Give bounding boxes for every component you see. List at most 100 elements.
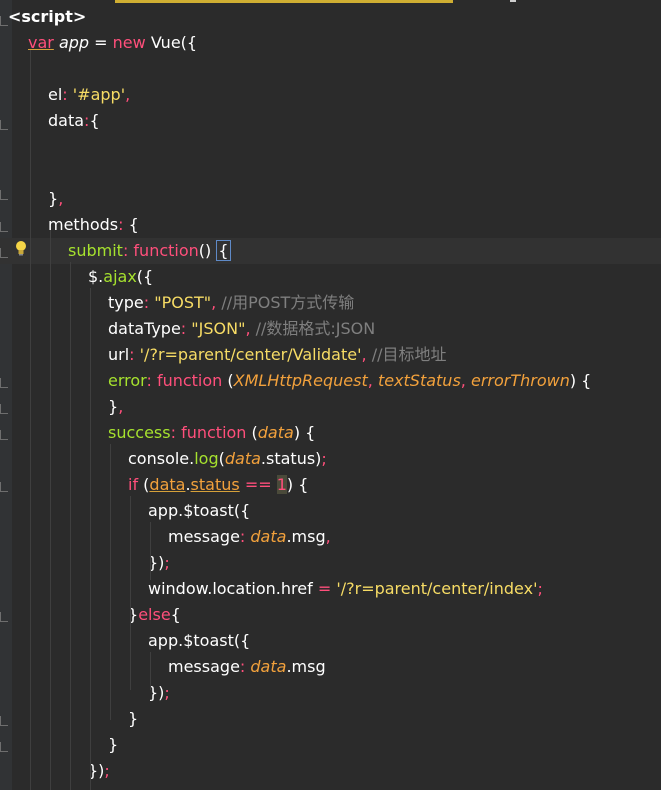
code-token: ) { <box>293 423 316 442</box>
code-token: errorThrown <box>470 371 570 390</box>
code-line[interactable]: url: '/?r=parent/center/Validate', //目标地… <box>0 342 661 368</box>
code-token: .msg <box>286 657 326 676</box>
code-line[interactable]: app.$toast({ <box>0 498 661 524</box>
code-token: data <box>224 449 261 468</box>
code-line[interactable] <box>0 134 661 160</box>
code-token: el <box>48 85 63 104</box>
code-line[interactable]: } <box>0 732 661 758</box>
code-line[interactable]: }); <box>0 680 661 706</box>
code-line[interactable]: <script> <box>0 4 661 30</box>
fold-marker-icon[interactable] <box>0 482 8 492</box>
code-line[interactable]: var app = new Vue({ <box>0 30 661 56</box>
code-token: submit <box>68 241 123 260</box>
lightbulb-icon[interactable] <box>15 240 27 256</box>
code-line[interactable]: el: '#app', <box>0 82 661 108</box>
code-token: data <box>250 527 287 546</box>
code-line[interactable]: console.log(data.status); <box>0 446 661 472</box>
code-token: ; <box>321 449 327 468</box>
code-line-content: window.location.href = '/?r=parent/cente… <box>148 576 543 602</box>
code-line-content: data:{ <box>48 108 100 134</box>
fold-marker-icon[interactable] <box>0 716 8 726</box>
code-token: message <box>168 527 240 546</box>
code-editor[interactable]: <script> var app = new Vue({el: '#app', da… <box>0 0 661 790</box>
code-token: data <box>149 475 186 494</box>
code-line-content: dataType: "JSON", //数据格式:JSON <box>108 316 375 342</box>
code-line-content: if (data.status == 1) { <box>128 472 308 498</box>
code-line[interactable]: }, <box>0 394 661 420</box>
code-line[interactable]: message: data.msg, <box>0 524 661 550</box>
code-line[interactable]: message: data.msg <box>0 654 661 680</box>
code-token: app.$toast({ <box>148 501 251 520</box>
code-token: app.$toast({ <box>148 631 251 650</box>
code-token: ; <box>164 553 170 572</box>
code-line[interactable]: if (data.status == 1) { <box>0 472 661 498</box>
code-line[interactable]: submit: function() { <box>0 238 661 264</box>
fold-marker-icon[interactable] <box>0 222 8 232</box>
code-token: '#app' <box>72 85 126 104</box>
code-token: '/?r=parent/center/index' <box>336 579 538 598</box>
indent-guide <box>130 496 131 690</box>
code-token: error <box>108 371 147 390</box>
code-line-content: type: "POST", //用POST方式传输 <box>108 290 354 316</box>
code-line-content: } <box>128 706 138 732</box>
code-line-content: <script> <box>8 4 86 30</box>
code-line[interactable]: data:{ <box>0 108 661 134</box>
fold-marker-icon[interactable] <box>0 120 8 130</box>
code-token: type <box>108 293 144 312</box>
code-token: //数据格式:JSON <box>255 319 376 338</box>
code-line[interactable]: methods: { <box>0 212 661 238</box>
fold-marker-icon[interactable] <box>0 16 8 26</box>
code-token: message <box>168 657 240 676</box>
code-line-content: error: function (XMLHttpRequest, textSta… <box>108 368 591 394</box>
code-token: '/?r=parent/center/Validate' <box>139 345 362 364</box>
code-line-content: message: data.msg <box>168 654 326 680</box>
code-line[interactable]: dataType: "JSON", //数据格式:JSON <box>0 316 661 342</box>
code-token: , <box>125 85 131 104</box>
code-token: () <box>198 241 217 260</box>
code-line[interactable]: app.$toast({ <box>0 628 661 654</box>
code-token: ; <box>164 683 170 702</box>
code-token: == <box>244 475 272 494</box>
indent-guide <box>50 230 51 790</box>
code-line[interactable]: } <box>0 706 661 732</box>
code-token: , <box>58 189 64 208</box>
code-line-content: console.log(data.status); <box>128 446 327 472</box>
indent-guide <box>150 522 151 580</box>
code-token: { <box>170 605 181 624</box>
code-line[interactable]: error: function (XMLHttpRequest, textSta… <box>0 368 661 394</box>
indent-guide <box>30 50 31 790</box>
code-line[interactable]: }); <box>0 758 661 784</box>
code-token: $. <box>88 267 104 286</box>
code-token: status <box>190 475 240 494</box>
code-token: app <box>58 33 90 52</box>
fold-marker-icon[interactable] <box>0 404 8 414</box>
code-line[interactable]: }); <box>0 550 661 576</box>
code-token: url <box>108 345 130 364</box>
code-token: .msg <box>286 527 326 546</box>
code-line[interactable] <box>0 56 661 82</box>
code-token: //目标地址 <box>371 345 447 364</box>
code-token: , <box>325 527 331 546</box>
code-token: ) { <box>569 371 592 390</box>
fold-marker-icon[interactable] <box>0 248 8 258</box>
code-line[interactable]: success: function (data) { <box>0 420 661 446</box>
fold-marker-icon[interactable] <box>0 742 8 752</box>
code-token: 1 <box>276 475 287 494</box>
code-token: data <box>250 657 287 676</box>
fold-marker-icon[interactable] <box>0 612 8 622</box>
code-line[interactable]: type: "POST", //用POST方式传输 <box>0 290 661 316</box>
code-token: data <box>48 111 85 130</box>
code-line[interactable] <box>0 160 661 186</box>
code-token: } <box>108 397 119 416</box>
code-line[interactable]: window.location.href = '/?r=parent/cente… <box>0 576 661 602</box>
fold-marker-icon[interactable] <box>0 190 8 200</box>
code-token: textStatus <box>377 371 461 390</box>
code-token: success <box>108 423 171 442</box>
fold-marker-icon[interactable] <box>0 378 8 388</box>
code-line[interactable]: }, <box>0 186 661 212</box>
code-line[interactable]: }else{ <box>0 602 661 628</box>
code-token: XMLHttpRequest <box>233 371 368 390</box>
fold-marker-icon[interactable] <box>0 430 8 440</box>
code-line[interactable]: $.ajax({ <box>0 264 661 290</box>
